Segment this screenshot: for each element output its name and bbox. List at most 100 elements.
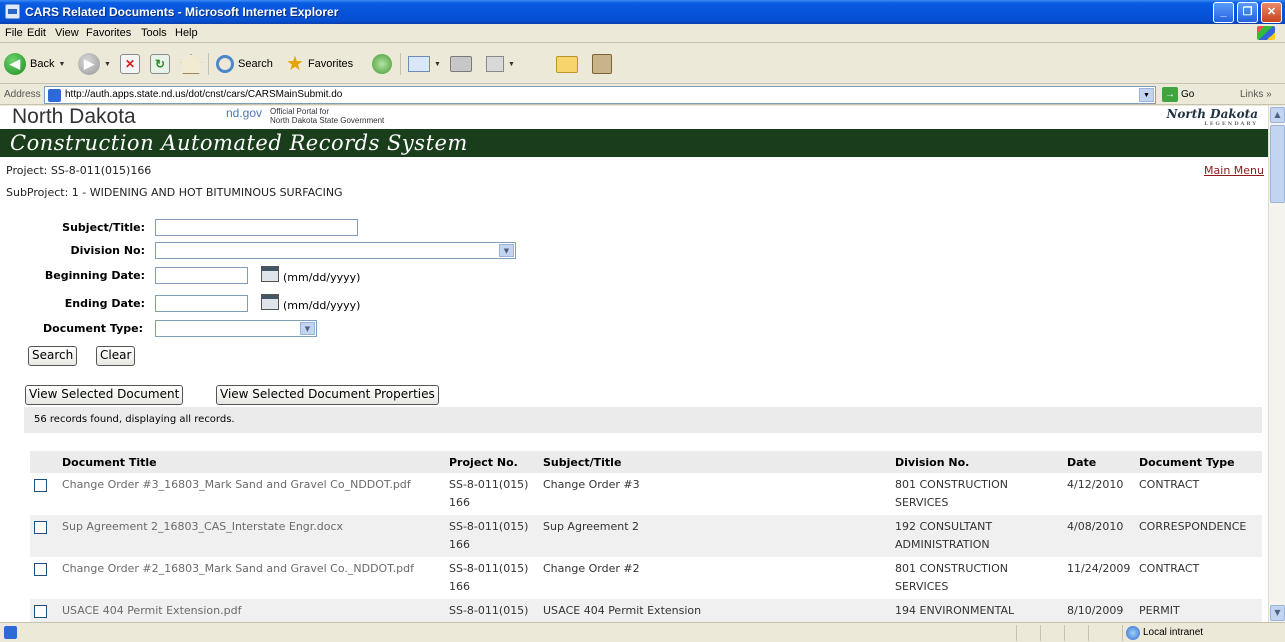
menu-edit[interactable]: Edit [27, 27, 46, 39]
calendar-icon[interactable] [261, 294, 279, 310]
cars-banner: Construction Automated Records System [0, 129, 1268, 157]
menu-tools[interactable]: Tools [141, 27, 167, 39]
document-type-label: Document Type: [43, 322, 143, 335]
research-icon [592, 54, 612, 74]
status-divider [1088, 625, 1089, 641]
refresh-button[interactable]: ↻ [150, 52, 170, 76]
scrollbar-thumb[interactable] [1270, 125, 1285, 203]
row-checkbox[interactable] [34, 479, 47, 492]
subject-label: Subject/Title: [62, 221, 145, 234]
menu-favorites[interactable]: Favorites [86, 27, 131, 39]
column-header[interactable]: Project No. [445, 451, 539, 473]
division-no: 801 CONSTRUCTION SERVICES [895, 562, 1008, 593]
intranet-icon [1126, 626, 1140, 640]
subject-input[interactable] [155, 219, 358, 236]
address-url: http://auth.apps.state.nd.us/dot/cnst/ca… [65, 89, 343, 100]
search-submit-button[interactable]: Search [28, 346, 78, 366]
logo-text: North Dakota [1166, 107, 1258, 121]
document-title: Change Order #3_16803_Mark Sand and Grav… [62, 478, 411, 491]
doc-date: 4/12/2010 [1067, 478, 1124, 491]
column-header[interactable]: Division No. [891, 451, 1063, 473]
document-title: Change Order #2_16803_Mark Sand and Grav… [62, 562, 414, 575]
beginning-date-input[interactable] [155, 267, 248, 284]
go-button[interactable]: → Go [1162, 87, 1194, 102]
column-header[interactable]: Document Type [1135, 451, 1262, 473]
document-title: USACE 404 Permit Extension.pdf [58, 599, 445, 622]
row-checkbox[interactable] [34, 563, 47, 576]
results-summary: 56 records found, displaying all records… [34, 414, 235, 425]
ending-date-input[interactable] [155, 295, 248, 312]
go-label: Go [1181, 89, 1195, 100]
forward-button[interactable]: ▶ ▼ [78, 52, 111, 76]
vertical-scrollbar[interactable]: ▲ ▼ [1268, 106, 1285, 622]
minimize-button[interactable]: _ [1213, 2, 1234, 23]
mail-icon [408, 56, 430, 72]
status-bar: Local intranet [0, 622, 1285, 642]
results-table: Document Title Project No. Subject/Title… [30, 451, 1262, 622]
subject-title: Sup Agreement 2 [539, 515, 891, 557]
links-button[interactable]: Links » [1240, 89, 1272, 100]
status-divider [1064, 625, 1065, 641]
folder-button[interactable] [556, 52, 578, 76]
ie-icon [5, 4, 20, 19]
row-checkbox[interactable] [34, 605, 47, 618]
menu-view[interactable]: View [55, 27, 79, 39]
main-menu-link[interactable]: Main Menu [1204, 164, 1264, 177]
home-button[interactable] [180, 52, 202, 76]
scroll-down-icon[interactable]: ▼ [1270, 605, 1285, 621]
calendar-icon[interactable] [261, 266, 279, 282]
menu-file[interactable]: File [5, 27, 23, 39]
view-document-properties-button[interactable]: View Selected Document Properties [216, 385, 439, 405]
stop-button[interactable]: ✕ [120, 52, 140, 76]
division-no: 192 CONSULTANT ADMINISTRATION [891, 515, 1063, 557]
document-type-select[interactable]: ▼ [155, 320, 317, 337]
division-select[interactable]: ▼ [155, 242, 516, 259]
favorites-label: Favorites [307, 58, 354, 70]
chevron-down-icon[interactable]: ▼ [1139, 88, 1154, 102]
research-button[interactable] [592, 52, 612, 76]
column-header[interactable]: Subject/Title [539, 451, 891, 473]
chevron-down-icon: ▼ [104, 60, 111, 68]
menu-help[interactable]: Help [175, 27, 198, 39]
close-button[interactable]: ✕ [1261, 2, 1282, 23]
search-icon [216, 55, 234, 73]
search-button[interactable]: Search [216, 52, 273, 76]
banner-title: Construction Automated Records System [10, 131, 468, 155]
window-title: CARS Related Documents - Microsoft Inter… [25, 5, 339, 19]
column-header[interactable]: Document Title [58, 451, 445, 473]
mail-button[interactable]: ▼ [408, 52, 441, 76]
chevron-down-icon: ▼ [434, 60, 441, 68]
nd-portal-bar: North Dakota nd.gov Official Portal for … [0, 106, 1268, 128]
favorites-button[interactable]: ★ Favorites [286, 52, 353, 76]
portal-text: Official Portal for North Dakota State G… [270, 107, 384, 125]
ndgov-logo[interactable]: nd.gov [226, 106, 262, 120]
date-format-hint: (mm/dd/yyyy) [283, 299, 361, 312]
history-button[interactable] [372, 52, 392, 76]
results-summary-bar: 56 records found, displaying all records… [24, 407, 1262, 433]
print-icon [450, 56, 472, 72]
toolbar-divider [208, 53, 209, 75]
doc-type: PERMIT [1135, 599, 1262, 622]
table-row: Sup Agreement 2_16803_CAS_Interstate Eng… [30, 515, 1262, 557]
table-row: USACE 404 Permit Extension.pdf SS-8-011(… [30, 599, 1262, 622]
links-label: Links [1240, 89, 1264, 100]
address-input[interactable]: http://auth.apps.state.nd.us/dot/cnst/ca… [44, 86, 1156, 104]
print-button[interactable] [450, 52, 472, 76]
project-no: SS-8-011(015) 166 [449, 478, 529, 509]
zone-label: Local intranet [1143, 627, 1204, 638]
chevron-down-icon: ▼ [300, 322, 315, 335]
chevron-down-icon: ▼ [499, 244, 514, 257]
nd-legendary-logo: North Dakota LEGENDARY [1166, 107, 1258, 127]
clear-button[interactable]: Clear [96, 346, 136, 366]
row-checkbox[interactable] [34, 521, 47, 534]
beginning-date-label: Beginning Date: [44, 269, 145, 282]
state-name: North Dakota [12, 106, 136, 128]
edit-button[interactable]: ▼ [486, 52, 515, 76]
maximize-button[interactable]: ❐ [1237, 2, 1258, 23]
column-header[interactable]: Date [1063, 451, 1135, 473]
back-button[interactable]: ◀ Back ▼ [4, 52, 65, 76]
document-title: Sup Agreement 2_16803_CAS_Interstate Eng… [58, 515, 445, 557]
project-no: SS-8-011(015) 166 [449, 562, 529, 593]
scroll-up-icon[interactable]: ▲ [1270, 107, 1285, 123]
view-selected-document-button[interactable]: View Selected Document [25, 385, 184, 405]
